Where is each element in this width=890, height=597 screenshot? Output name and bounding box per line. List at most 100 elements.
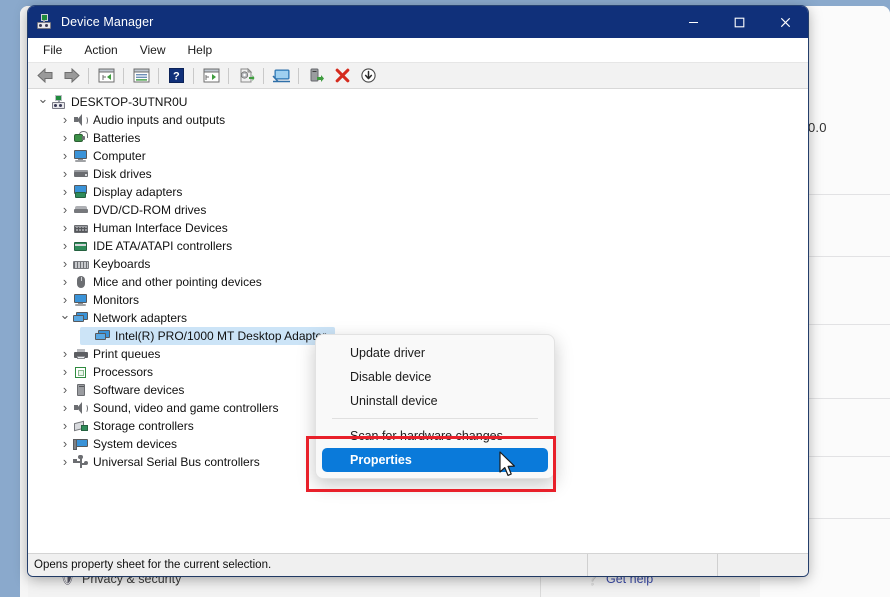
tree-item-label: Disk drives xyxy=(93,167,152,181)
tree-item-label: Mice and other pointing devices xyxy=(93,275,262,289)
tree-item-label: Computer xyxy=(93,149,146,163)
tree-item-root[interactable]: DESKTOP-3UTNR0U xyxy=(28,93,808,111)
tree-item-label: Keyboards xyxy=(93,257,150,271)
tree-item-label: Batteries xyxy=(93,131,140,145)
tree-item-computer[interactable]: Computer xyxy=(28,147,808,165)
menu-file[interactable]: File xyxy=(32,40,73,60)
forward-icon[interactable] xyxy=(58,65,84,87)
tree-item-label: System devices xyxy=(93,437,177,451)
context-menu-item-update-driver[interactable]: Update driver xyxy=(322,341,548,365)
context-menu: Update driver Disable device Uninstall d… xyxy=(315,334,555,479)
help-icon[interactable]: ? xyxy=(163,65,189,87)
keyboard-icon xyxy=(72,256,90,272)
chevron-down-icon[interactable] xyxy=(36,93,50,112)
chevron-right-icon[interactable] xyxy=(58,453,72,472)
window-title: Device Manager xyxy=(61,15,153,29)
chevron-down-icon[interactable] xyxy=(58,309,72,328)
tree-item-human-interface-devices[interactable]: Human Interface Devices xyxy=(28,219,808,237)
device-tree[interactable]: DESKTOP-3UTNR0U Audio inputs and outputs… xyxy=(28,89,808,553)
tree-item-label: DESKTOP-3UTNR0U xyxy=(71,95,187,109)
tree-item-label: Storage controllers xyxy=(93,419,194,433)
menu-action[interactable]: Action xyxy=(73,40,128,60)
context-menu-item-uninstall-device[interactable]: Uninstall device xyxy=(322,389,548,413)
disable-device-icon[interactable] xyxy=(355,65,381,87)
chevron-right-icon[interactable] xyxy=(58,345,72,364)
chevron-right-icon[interactable] xyxy=(58,399,72,418)
printer-icon xyxy=(72,346,90,362)
toolbar-separator xyxy=(263,68,264,84)
tree-item-audio-inputs-and-outputs[interactable]: Audio inputs and outputs xyxy=(28,111,808,129)
tree-item-label: Display adapters xyxy=(93,185,182,199)
tree-item-mice-and-other-pointing-devices[interactable]: Mice and other pointing devices xyxy=(28,273,808,291)
chevron-right-icon[interactable] xyxy=(58,111,72,130)
maximize-icon[interactable] xyxy=(716,6,762,38)
tree-item-label: IDE ATA/ATAPI controllers xyxy=(93,239,232,253)
hid-icon xyxy=(72,220,90,236)
display-adapter-icon xyxy=(72,184,90,200)
chevron-right-icon[interactable] xyxy=(58,417,72,436)
chevron-right-icon[interactable] xyxy=(58,381,72,400)
enable-device-icon[interactable] xyxy=(303,65,329,87)
toolbar-separator xyxy=(123,68,124,84)
disk-drive-icon xyxy=(72,166,90,182)
chevron-right-icon[interactable] xyxy=(58,129,72,148)
toolbar-separator xyxy=(158,68,159,84)
chevron-right-icon[interactable] xyxy=(58,165,72,184)
chevron-right-icon[interactable] xyxy=(58,201,72,220)
show-hide-console-tree-icon[interactable] xyxy=(93,65,119,87)
uninstall-device-icon[interactable] xyxy=(329,65,355,87)
context-menu-item-disable-device[interactable]: Disable device xyxy=(322,365,548,389)
chevron-right-icon[interactable] xyxy=(58,273,72,292)
window-controls xyxy=(670,6,808,38)
back-icon[interactable] xyxy=(32,65,58,87)
tree-item-dvd-cd-rom-drives[interactable]: DVD/CD-ROM drives xyxy=(28,201,808,219)
system-device-icon xyxy=(72,436,90,452)
tree-item-batteries[interactable]: Batteries xyxy=(28,129,808,147)
menu-help[interactable]: Help xyxy=(177,40,224,60)
tree-item-label: Intel(R) PRO/1000 MT Desktop Adapter xyxy=(115,329,326,343)
chevron-right-icon[interactable] xyxy=(58,435,72,454)
menu-bar: File Action View Help xyxy=(28,38,808,63)
menu-view[interactable]: View xyxy=(129,40,177,60)
window-titlebar: Device Manager xyxy=(28,6,808,38)
chevron-right-icon[interactable] xyxy=(58,183,72,202)
tree-item-label: Sound, video and game controllers xyxy=(93,401,278,415)
scan-hardware-changes-icon[interactable] xyxy=(268,65,294,87)
context-menu-item-scan-for-hardware-changes[interactable]: Scan for hardware changes xyxy=(322,424,548,448)
minimize-icon[interactable] xyxy=(670,6,716,38)
chevron-right-icon[interactable] xyxy=(58,363,72,382)
optical-drive-icon xyxy=(72,202,90,218)
chevron-right-icon[interactable] xyxy=(58,237,72,256)
speaker-icon xyxy=(72,112,90,128)
network-adapter-icon xyxy=(94,328,112,344)
properties-icon[interactable] xyxy=(128,65,154,87)
svg-text:?: ? xyxy=(173,71,180,83)
battery-icon xyxy=(72,130,90,146)
update-driver-icon[interactable] xyxy=(233,65,259,87)
toolbar: ? xyxy=(28,63,808,89)
tree-item-label: Processors xyxy=(93,365,153,379)
chevron-right-icon[interactable] xyxy=(58,255,72,274)
show-hide-action-pane-icon[interactable] xyxy=(198,65,224,87)
tree-item-monitors[interactable]: Monitors xyxy=(28,291,808,309)
device-manager-window: Device Manager File Action View Help xyxy=(28,6,808,576)
tree-item-ide-ata-atapi-controllers[interactable]: IDE ATA/ATAPI controllers xyxy=(28,237,808,255)
tree-item-display-adapters[interactable]: Display adapters xyxy=(28,183,808,201)
close-icon[interactable] xyxy=(762,6,808,38)
tree-item-label: Print queues xyxy=(93,347,160,361)
tree-item-network-adapters[interactable]: Network adapters xyxy=(28,309,808,327)
chevron-right-icon[interactable] xyxy=(58,219,72,238)
storage-controller-icon xyxy=(72,418,90,434)
computer-icon xyxy=(50,94,68,110)
toolbar-separator xyxy=(228,68,229,84)
device-manager-icon xyxy=(36,14,52,30)
tree-item-label: Universal Serial Bus controllers xyxy=(93,455,260,469)
tree-item-disk-drives[interactable]: Disk drives xyxy=(28,165,808,183)
tree-item-keyboards[interactable]: Keyboards xyxy=(28,255,808,273)
context-menu-item-properties[interactable]: Properties xyxy=(322,448,548,472)
status-bar: Opens property sheet for the current sel… xyxy=(28,553,808,576)
settings-value-label: 0.0 xyxy=(808,120,827,135)
chevron-right-icon[interactable] xyxy=(58,147,72,166)
monitor-icon xyxy=(72,148,90,164)
usb-icon xyxy=(72,454,90,470)
